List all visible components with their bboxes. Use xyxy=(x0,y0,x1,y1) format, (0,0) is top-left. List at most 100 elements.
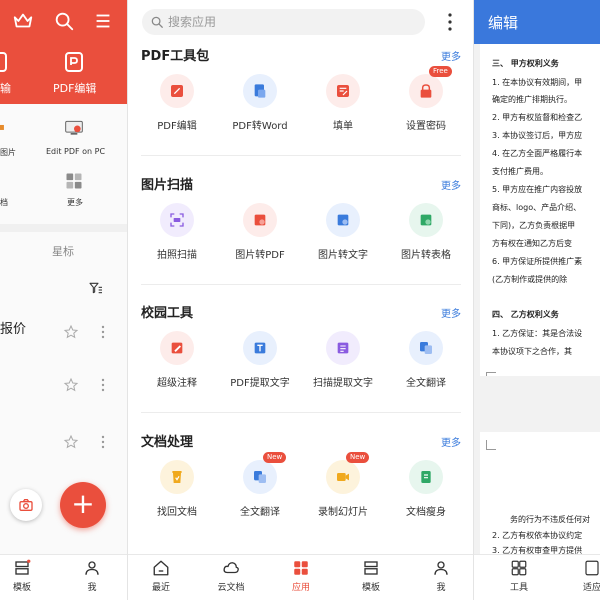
transfer-icon[interactable] xyxy=(0,50,10,74)
star-icon[interactable] xyxy=(63,434,79,450)
tool-record-slides[interactable]: New 录制幻灯片 xyxy=(302,452,384,518)
more-label[interactable]: 更多 xyxy=(67,197,83,208)
starred-tab[interactable]: 星标 xyxy=(52,243,74,259)
nav-label: 我 xyxy=(436,583,446,593)
editor-bottom-toolbar: 工具 适应 xyxy=(474,554,600,600)
doc-line: 方有权在通知乙方后变 xyxy=(492,239,572,248)
doc-line: 5. 甲方应在推广内容投放 xyxy=(492,185,583,194)
file-title[interactable]: 报价 xyxy=(0,318,26,337)
tool-image-to-table[interactable]: 图片转表格 xyxy=(385,203,467,261)
doc-line: 3. 乙方有权审查甲方提供 xyxy=(492,546,583,554)
more-grid-icon[interactable] xyxy=(64,171,84,191)
edit-on-pc-label[interactable]: Edit PDF on PC xyxy=(46,147,105,156)
apps-grid-icon xyxy=(294,561,308,575)
tool-recover-doc[interactable]: 找回文档 xyxy=(136,460,218,518)
section-more-link[interactable]: 更多 xyxy=(441,305,461,320)
tool-image-to-text[interactable]: 图片转文字 xyxy=(302,203,384,261)
page-corner-mark xyxy=(486,440,496,450)
nav-template[interactable]: 模板 xyxy=(2,559,42,593)
section-divider xyxy=(141,412,461,413)
tool-pdf-to-word[interactable]: PDF转Word xyxy=(219,74,301,132)
search-bar[interactable] xyxy=(142,9,425,35)
tool-set-password[interactable]: Free 设置密码 xyxy=(385,66,467,132)
pdf-to-word-icon xyxy=(254,84,266,98)
pdf-edit-label[interactable]: PDF编辑 xyxy=(53,80,96,96)
image-tool-label[interactable]: 图片 xyxy=(0,147,16,158)
left-divider xyxy=(0,224,127,232)
pdf-edit-icon[interactable] xyxy=(62,50,86,74)
camera-button[interactable] xyxy=(10,489,42,521)
new-badge: New xyxy=(263,452,287,463)
fit-page-icon xyxy=(585,560,599,576)
tool-label: 找回文档 xyxy=(157,507,197,518)
tool-pdf-edit[interactable]: PDF编辑 xyxy=(136,74,218,132)
section-title: 图片扫描 xyxy=(141,178,194,193)
more-dots-icon[interactable] xyxy=(100,325,106,339)
tool-fill-form[interactable]: 填单 xyxy=(302,74,384,132)
tool-pdf-extract-text[interactable]: PDF提取文字 xyxy=(219,331,301,389)
tool-label: 全文翻译 xyxy=(406,378,446,389)
crown-icon[interactable] xyxy=(12,10,34,32)
star-icon[interactable] xyxy=(63,324,79,340)
add-fab-button[interactable]: + xyxy=(60,482,106,528)
menu-icon[interactable] xyxy=(92,10,114,32)
nav-cloud-docs[interactable]: 云文档 xyxy=(211,559,251,593)
nav-me[interactable]: 我 xyxy=(72,559,112,593)
record-slides-icon xyxy=(337,473,349,481)
search-input[interactable] xyxy=(168,13,408,31)
lock-icon xyxy=(420,84,432,98)
filter-sort-icon[interactable] xyxy=(88,280,104,296)
scan-extract-icon xyxy=(337,342,349,354)
translate-icon xyxy=(420,342,432,354)
section-more-link[interactable]: 更多 xyxy=(441,177,461,192)
nav-apps[interactable]: 应用 xyxy=(281,559,321,593)
toolbar-adapt-label: 适应 xyxy=(582,583,600,593)
doc-line: 1. 在本协议有效期间，甲 xyxy=(492,78,583,87)
tool-photo-scan[interactable]: 拍照扫描 xyxy=(136,203,218,261)
section-image-scan: 图片扫描 更多 拍照扫描 图片转PDF 图片转文字 图片转表格 xyxy=(128,174,473,284)
search-icon[interactable] xyxy=(53,10,75,32)
overflow-menu-icon[interactable] xyxy=(446,12,454,32)
tool-full-translate[interactable]: 全文翻译 xyxy=(385,331,467,389)
nav-template-label: 模板 xyxy=(12,583,31,593)
nav-me-label: 我 xyxy=(87,583,97,593)
search-icon xyxy=(151,16,163,28)
nav-template[interactable]: 模板 xyxy=(351,559,391,593)
left-header: 输 PDF编辑 xyxy=(0,0,127,104)
pdf-edit-icon xyxy=(171,85,183,97)
section-more-link[interactable]: 更多 xyxy=(441,48,461,63)
more-dots-icon[interactable] xyxy=(100,378,106,392)
tool-label: 拍照扫描 xyxy=(157,250,197,261)
tool-full-translate-new[interactable]: New 全文翻译 xyxy=(219,452,301,518)
tool-image-to-pdf[interactable]: 图片转PDF xyxy=(219,203,301,261)
nav-me[interactable]: 我 xyxy=(421,559,461,593)
tool-super-annotate[interactable]: 超级注释 xyxy=(136,331,218,389)
tool-scan-extract-text[interactable]: 扫描提取文字 xyxy=(302,331,384,389)
tool-slim-doc[interactable]: 文档瘦身 xyxy=(385,460,467,518)
edit-on-pc-icon[interactable] xyxy=(64,118,84,138)
tool-label: PDF编辑 xyxy=(157,121,197,132)
left-screen: 输 PDF编辑 ▪ 图片 Edit PDF on PC 档 更多 星标 报价 +… xyxy=(0,0,127,600)
new-badge: New xyxy=(346,452,370,463)
annotate-icon xyxy=(171,342,183,354)
doc-line: 6. 甲方保证所提供推广素 xyxy=(492,257,583,266)
star-icon[interactable] xyxy=(63,377,79,393)
tool-label: PDF提取文字 xyxy=(230,378,290,389)
toolbar-tools[interactable]: 工具 xyxy=(499,559,539,593)
tool-label: 超级注释 xyxy=(157,378,197,389)
user-icon xyxy=(85,561,99,575)
doc-line: 确定的推广排期执行。 xyxy=(492,95,572,104)
section-doc-processing: 文档处理 更多 找回文档 New 全文翻译 New 录制幻灯片 文档瘦身 xyxy=(128,431,473,541)
document-page[interactable]: 三、 甲方权利义务 1. 在本协议有效期间，甲 确定的推广排期执行。 2. 甲方… xyxy=(480,44,600,376)
toolbar-adapt[interactable]: 适应 xyxy=(572,559,600,593)
image-tool-icon[interactable]: ▪ xyxy=(0,122,5,133)
doc-tool-label[interactable]: 档 xyxy=(0,197,8,208)
section-more-link[interactable]: 更多 xyxy=(441,434,461,449)
image-to-table-icon xyxy=(420,214,432,226)
document-page[interactable]: 务的行为不违反任何对 2. 乙方有权依本协议约定 3. 乙方有权审查甲方提供 xyxy=(480,432,600,554)
nav-recent[interactable]: 最近 xyxy=(141,559,181,593)
tool-label: 填单 xyxy=(333,121,353,132)
transfer-label[interactable]: 输 xyxy=(0,80,11,96)
doc-line: 商标、logo、产品介绍、 xyxy=(492,203,582,212)
more-dots-icon[interactable] xyxy=(100,435,106,449)
